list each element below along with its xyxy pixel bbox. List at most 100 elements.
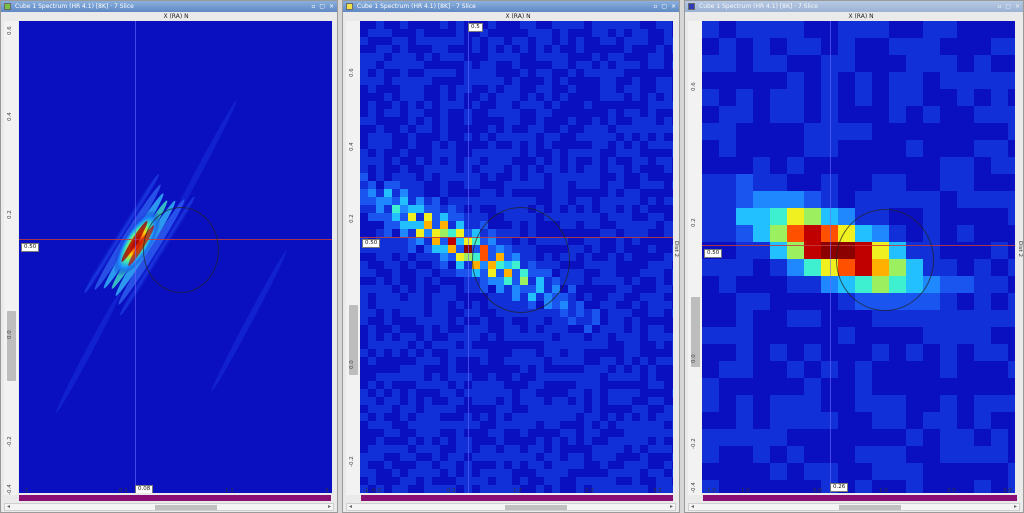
heatmap-pixel	[576, 317, 584, 325]
scroll-right-icon[interactable]: ▸	[1014, 503, 1017, 510]
heatmap-pixel	[496, 101, 504, 109]
heatmap-pixel	[376, 285, 384, 293]
heatmap-pixel	[560, 293, 568, 301]
heatmap-pixel	[672, 429, 673, 437]
heatmap-pixel	[416, 309, 424, 317]
spectrum-window-1[interactable]: Cube 1 Spectrum (HR 4.1) [8K] · 7 Slice …	[0, 0, 338, 513]
heatmap-pixel	[360, 309, 368, 317]
horizontal-scrollbar[interactable]: ◂ ▸	[688, 503, 1020, 511]
heatmap-pixel	[416, 445, 424, 453]
heatmap-pixel	[520, 413, 528, 421]
heatmap-pixel	[584, 165, 592, 173]
heatmap-pixel	[488, 37, 496, 45]
scroll-right-icon[interactable]: ▸	[328, 503, 331, 510]
heatmap-pixel	[360, 461, 368, 469]
scroll-left-icon[interactable]: ◂	[691, 503, 694, 510]
vertical-scroll-thumb[interactable]	[7, 311, 16, 381]
heatmap-pixel	[432, 309, 440, 317]
heatmap-pixel	[624, 109, 632, 117]
heatmap-pixel	[600, 197, 608, 205]
intensity-map[interactable]: 0.50 0.5	[360, 21, 673, 493]
heatmap-pixel	[648, 309, 656, 317]
vertical-scrollbar[interactable]	[346, 21, 360, 495]
heatmap-pixel	[368, 445, 376, 453]
heatmap-pixel	[719, 174, 736, 191]
heatmap-pixel	[1008, 72, 1015, 89]
heatmap-pixel	[560, 405, 568, 413]
heatmap-pixel	[632, 325, 640, 333]
heatmap-pixel	[480, 349, 488, 357]
spectrum-window-3[interactable]: Cube 1 Spectrum (HR 4.1) [8K] · 7 Slice …	[684, 0, 1024, 513]
horizontal-scroll-thumb[interactable]	[505, 505, 567, 510]
heatmap-pixel	[640, 269, 648, 277]
heatmap-pixel	[616, 53, 624, 61]
heatmap-pixel	[1008, 157, 1015, 174]
bottom-axis-bar	[361, 495, 673, 501]
heatmap-pixel	[408, 477, 416, 485]
vertical-scrollbar[interactable]	[688, 21, 702, 495]
heatmap-pixel	[656, 421, 664, 429]
heatmap-pixel	[480, 61, 488, 69]
heatmap-pixel	[552, 413, 560, 421]
heatmap-pixel	[392, 189, 400, 197]
heatmap-pixel	[632, 341, 640, 349]
scroll-right-icon[interactable]: ▸	[670, 503, 673, 510]
heatmap-pixel	[384, 109, 392, 117]
heatmap-pixel	[608, 181, 616, 189]
scroll-left-icon[interactable]: ◂	[349, 503, 352, 510]
heatmap-pixel	[702, 89, 719, 106]
vertical-scrollbar[interactable]	[4, 21, 18, 495]
heatmap-pixel	[568, 285, 576, 293]
heatmap-pixel	[560, 309, 568, 317]
heatmap-pixel	[568, 461, 576, 469]
heatmap-pixel	[787, 446, 804, 463]
window-controls[interactable]: ▫ ▢ ×	[653, 1, 677, 12]
intensity-map[interactable]: 0.50 0.08	[19, 21, 332, 493]
heatmap-pixel	[753, 191, 770, 208]
spectrum-window-2[interactable]: Cube 1 Spectrum (HR 4.1) [8K] · 7 Slice …	[342, 0, 680, 513]
heatmap-pixel	[957, 89, 974, 106]
heatmap-pixel	[608, 277, 616, 285]
horizontal-scroll-thumb[interactable]	[155, 505, 217, 510]
heatmap-pixel	[1008, 208, 1015, 225]
heatmap-pixel	[416, 285, 424, 293]
vertical-crosshair	[135, 21, 136, 493]
heatmap-pixel	[576, 349, 584, 357]
horizontal-scrollbar[interactable]: ◂ ▸	[346, 503, 676, 511]
heatmap-pixel	[568, 301, 576, 309]
heatmap-pixel	[488, 53, 496, 61]
heatmap-pixel	[504, 453, 512, 461]
horizontal-scroll-thumb[interactable]	[839, 505, 901, 510]
heatmap-pixel	[906, 72, 923, 89]
heatmap-pixel	[906, 480, 923, 493]
heatmap-pixel	[544, 469, 552, 477]
heatmap-pixel	[536, 69, 544, 77]
heatmap-pixel	[480, 397, 488, 405]
heatmap-pixel	[624, 397, 632, 405]
heatmap-pixel	[592, 341, 600, 349]
heatmap-pixel	[672, 141, 673, 149]
heatmap-pixel	[616, 165, 624, 173]
window-titlebar[interactable]: Cube 1 Spectrum (HR 4.1) [8K] · 7 Slice …	[343, 1, 679, 12]
heatmap-pixel	[472, 173, 480, 181]
heatmap-pixel	[400, 125, 408, 133]
window-titlebar[interactable]: Cube 1 Spectrum (HR 4.1) [8K] · 7 Slice …	[685, 1, 1023, 12]
heatmap-pixel	[991, 429, 1008, 446]
scroll-left-icon[interactable]: ◂	[7, 503, 10, 510]
window-controls[interactable]: ▫ ▢ ×	[997, 1, 1021, 12]
heatmap-pixel	[408, 365, 416, 373]
intensity-map[interactable]: 0.50 0.26	[702, 21, 1015, 493]
heatmap-pixel	[889, 106, 906, 123]
heatmap-pixel	[568, 309, 576, 317]
heatmap-pixel	[528, 325, 536, 333]
heatmap-pixel	[528, 93, 536, 101]
heatmap-pixel	[504, 109, 512, 117]
heatmap-pixel	[624, 469, 632, 477]
horizontal-scrollbar[interactable]: ◂ ▸	[4, 503, 334, 511]
window-titlebar[interactable]: Cube 1 Spectrum (HR 4.1) [8K] · 7 Slice …	[1, 1, 337, 12]
heatmap-pixel	[472, 221, 480, 229]
window-controls[interactable]: ▫ ▢ ×	[311, 1, 335, 12]
heatmap-pixel	[384, 45, 392, 53]
heatmap-pixel	[384, 133, 392, 141]
heatmap-pixel	[368, 189, 376, 197]
